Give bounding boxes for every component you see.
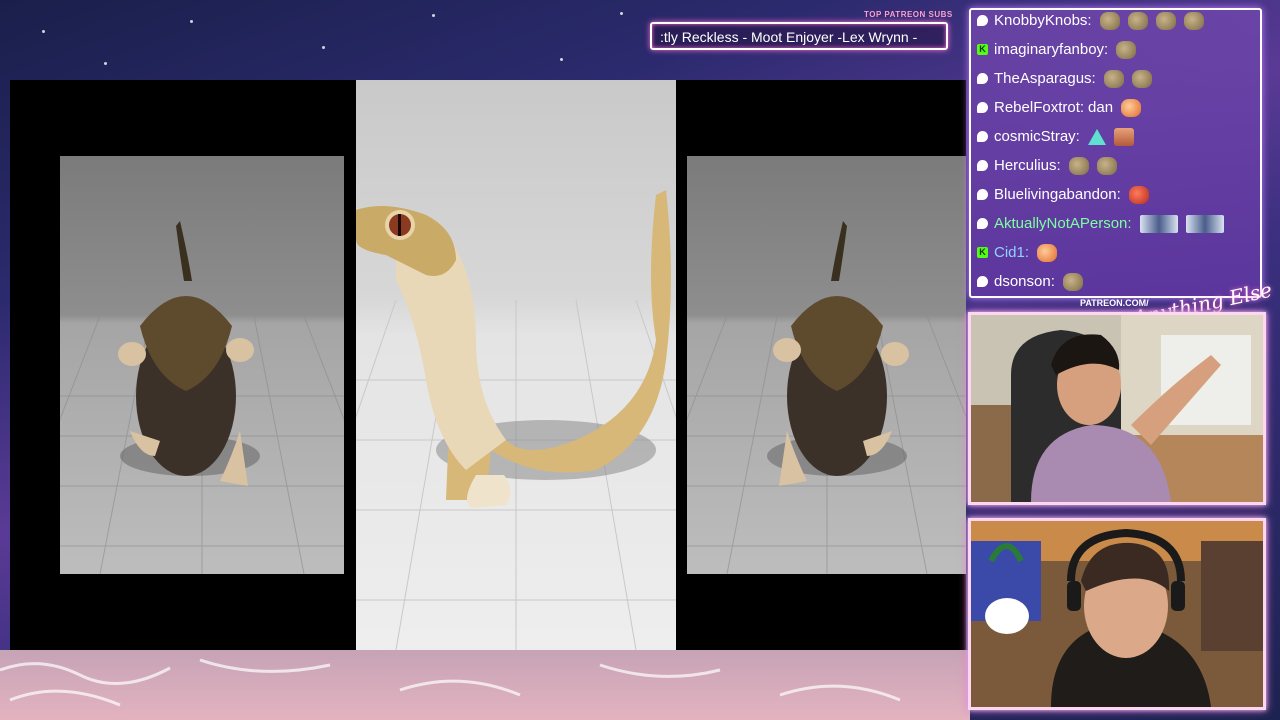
chat-username[interactable]: Herculius: xyxy=(994,157,1061,174)
chat-message: RebelFoxtrot: dan xyxy=(977,93,1257,122)
emote-icon xyxy=(1087,128,1106,145)
chat-bubble-icon xyxy=(977,276,988,287)
chat-username[interactable]: AktuallyNotAPerson: xyxy=(994,215,1132,232)
kick-badge-icon: K xyxy=(977,247,988,258)
emote-icon xyxy=(1103,69,1124,88)
viewport-right[interactable] xyxy=(687,156,966,574)
chat-bubble-icon xyxy=(977,102,988,113)
chat-bubble-icon xyxy=(977,15,988,26)
main-stage xyxy=(10,80,966,650)
chat-message: Bluelivingabandon: xyxy=(977,180,1257,209)
emote-icon xyxy=(1155,11,1176,30)
patreon-ticker: :tly Reckless - Moot Enjoyer -Lex Wrynn … xyxy=(650,22,948,50)
chat-message: KnobbyKnobs: xyxy=(977,10,1257,35)
chat-message-text: dan xyxy=(1088,99,1114,116)
emote-icon xyxy=(1037,243,1058,262)
chat-username[interactable]: TheAsparagus: xyxy=(994,70,1096,87)
emote-icon xyxy=(1127,11,1148,30)
emote-icon xyxy=(1139,214,1178,233)
webcam-host-2 xyxy=(968,518,1266,710)
emote-icon xyxy=(1121,98,1142,117)
chat-message: Herculius: xyxy=(977,151,1257,180)
chat-message: AktuallyNotAPerson: xyxy=(977,209,1257,238)
chat-message: Kimaginaryfanboy: xyxy=(977,35,1257,64)
viewport-left[interactable] xyxy=(60,156,344,574)
chat-username[interactable]: imaginaryfanboy: xyxy=(994,41,1108,58)
chat-bubble-icon xyxy=(977,189,988,200)
chat-bubble-icon xyxy=(977,160,988,171)
chat-username[interactable]: RebelFoxtrot: xyxy=(994,99,1084,116)
viewport-center[interactable] xyxy=(356,80,676,650)
emote-icon xyxy=(1131,69,1152,88)
chat-bubble-icon xyxy=(977,131,988,142)
emote-icon xyxy=(1096,156,1117,175)
emote-icon xyxy=(1128,185,1149,204)
webcam-host-1 xyxy=(968,312,1266,505)
chat-bubble-icon xyxy=(977,73,988,84)
emote-icon xyxy=(1099,11,1120,30)
ticker-text: :tly Reckless - Moot Enjoyer -Lex Wrynn … xyxy=(660,29,918,45)
decorative-floor-band xyxy=(0,650,970,720)
chat-username[interactable]: cosmicStray: xyxy=(994,128,1080,145)
chat-message: TheAsparagus: xyxy=(977,64,1257,93)
chat-panel[interactable]: KnobbyKnobs: Kimaginaryfanboy: TheAsparagu… xyxy=(969,8,1262,298)
emote-icon xyxy=(1113,127,1134,146)
emote-icon xyxy=(1062,272,1083,291)
chat-message: K Cid1: xyxy=(977,238,1257,267)
emote-icon xyxy=(1116,40,1137,59)
chat-username[interactable]: Bluelivingabandon: xyxy=(994,186,1121,203)
emote-icon xyxy=(1185,214,1224,233)
chat-username[interactable]: KnobbyKnobs: xyxy=(994,12,1092,29)
top-patreon-subs-label: TOP PATREON SUBS xyxy=(864,10,953,19)
chat-username[interactable]: dsonson: xyxy=(994,273,1055,290)
chat-username[interactable]: Cid1: xyxy=(994,244,1029,261)
emote-icon xyxy=(1183,11,1204,30)
chat-message-list: KnobbyKnobs: Kimaginaryfanboy: TheAsparagu… xyxy=(977,10,1257,296)
kick-badge-icon: K xyxy=(977,44,988,55)
chat-message: cosmicStray: xyxy=(977,122,1257,151)
chat-bubble-icon xyxy=(977,218,988,229)
emote-icon xyxy=(1068,156,1089,175)
